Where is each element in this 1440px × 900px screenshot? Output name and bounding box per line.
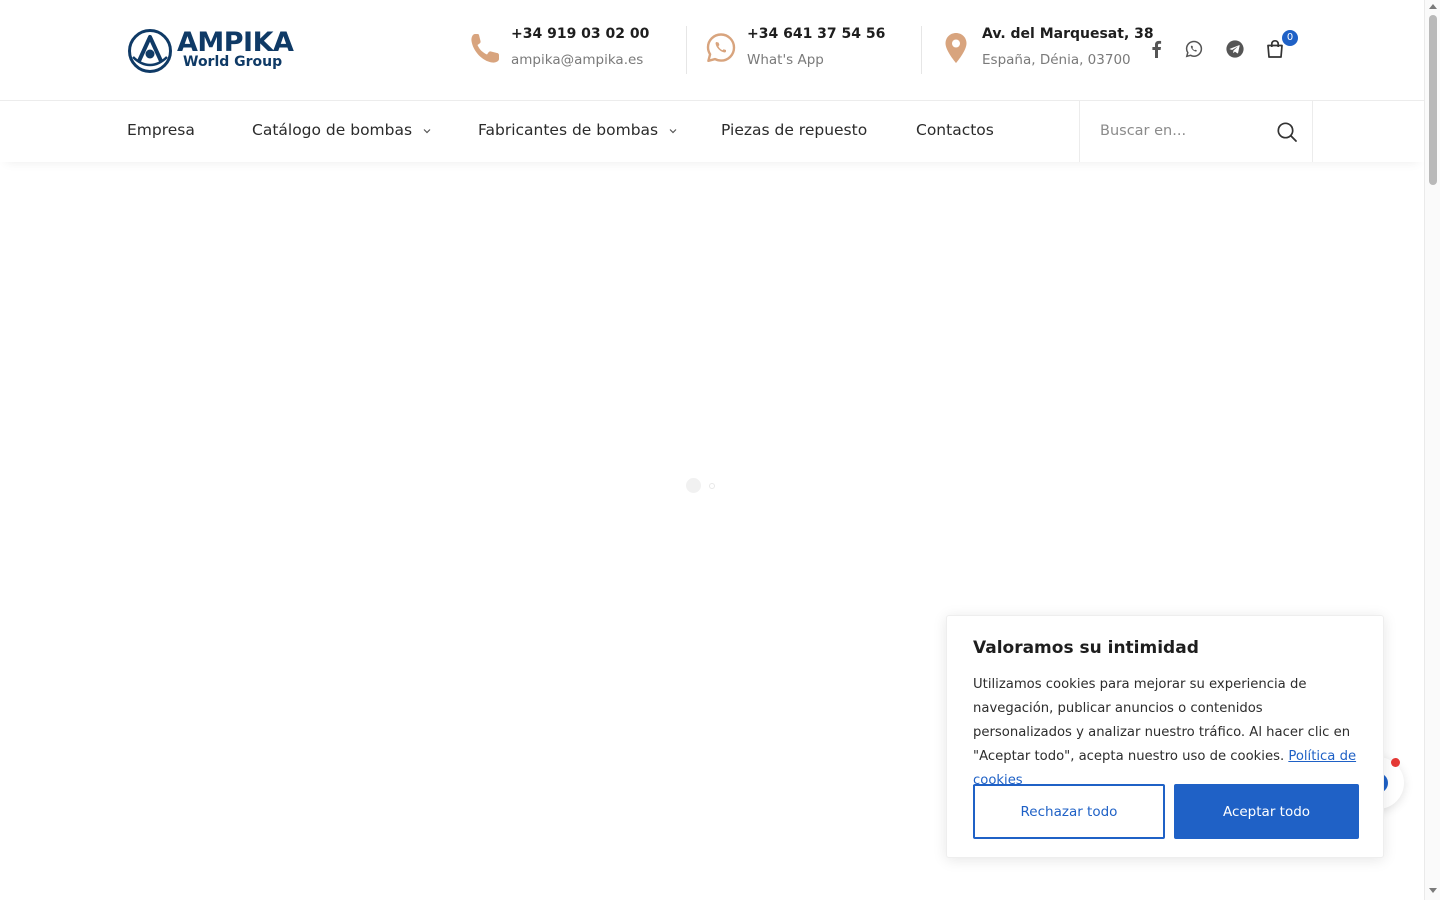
main-navigation: Empresa Catálogo de bombas Fabricantes d…: [0, 101, 1424, 162]
nav-item-contactos[interactable]: Contactos: [916, 121, 994, 139]
nav-item-piezas[interactable]: Piezas de repuesto: [721, 121, 867, 139]
logo-subtitle: World Group: [183, 54, 283, 70]
header-divider: [921, 26, 922, 74]
scroll-down-arrow-icon[interactable]: [1429, 888, 1437, 893]
scroll-up-arrow-icon[interactable]: [1429, 4, 1437, 9]
scrollbar-thumb[interactable]: [1429, 15, 1437, 185]
contact-address: Av. del Marquesat, 38 España, Dénia, 037…: [940, 22, 1154, 78]
accept-all-button[interactable]: Aceptar todo: [1174, 784, 1359, 839]
search-input[interactable]: [1100, 117, 1260, 145]
cart-count-badge: 0: [1282, 30, 1298, 46]
nav-item-catalogo[interactable]: Catálogo de bombas: [252, 121, 431, 139]
site-header: AMPIKA World Group +34 919 03 02 00 ampi…: [0, 0, 1424, 101]
whatsapp-icon: [1185, 40, 1203, 58]
chevron-down-icon: [669, 128, 677, 133]
nav-item-label: Contactos: [916, 121, 994, 139]
whatsapp-icon: [706, 33, 736, 62]
reject-all-button[interactable]: Rechazar todo: [973, 784, 1165, 839]
contact-whatsapp[interactable]: +34 641 37 54 56 What's App: [705, 22, 905, 78]
whatsapp-number[interactable]: +34 641 37 54 56: [747, 26, 885, 42]
facebook-link[interactable]: [1143, 36, 1169, 62]
nav-item-label: Empresa: [127, 121, 195, 139]
address-street: Av. del Marquesat, 38: [982, 26, 1154, 42]
nav-item-empresa[interactable]: Empresa: [127, 121, 195, 139]
cookie-consent-banner: Valoramos su intimidad Utilizamos cookie…: [946, 615, 1384, 858]
header-divider: [686, 26, 687, 74]
telegram-link[interactable]: [1222, 36, 1248, 62]
contact-phone[interactable]: +34 919 03 02 00 ampika@ampika.es: [469, 22, 669, 78]
cookie-title: Valoramos su intimidad: [973, 638, 1199, 658]
loading-spinner-dot: [709, 483, 715, 489]
logo[interactable]: AMPIKA World Group: [127, 26, 294, 76]
phone-icon: [471, 34, 499, 63]
email-address[interactable]: ampika@ampika.es: [511, 52, 643, 68]
nav-item-label: Piezas de repuesto: [721, 121, 868, 139]
cookie-description: Utilizamos cookies para mejorar su exper…: [973, 673, 1365, 793]
loading-spinner: [686, 478, 701, 493]
map-pin-icon: [945, 33, 967, 63]
telegram-icon: [1226, 40, 1244, 58]
address-city: España, Dénia, 03700: [982, 52, 1131, 68]
nav-item-label: Fabricantes de bombas: [478, 121, 659, 139]
search-icon[interactable]: [1276, 121, 1298, 143]
shopping-bag-icon: [1267, 39, 1283, 58]
whatsapp-label: What's App: [747, 52, 824, 68]
nav-item-fabricantes[interactable]: Fabricantes de bombas: [478, 121, 677, 139]
scrollbar[interactable]: [1424, 0, 1440, 900]
phone-number[interactable]: +34 919 03 02 00: [511, 26, 649, 42]
chevron-down-icon: [423, 128, 431, 133]
search-box: [1079, 101, 1313, 162]
logo-mark-icon: [128, 29, 172, 73]
whatsapp-link[interactable]: [1181, 36, 1207, 62]
chat-notification-dot: [1391, 758, 1400, 767]
nav-item-label: Catálogo de bombas: [252, 121, 413, 139]
facebook-icon: [1152, 40, 1162, 58]
